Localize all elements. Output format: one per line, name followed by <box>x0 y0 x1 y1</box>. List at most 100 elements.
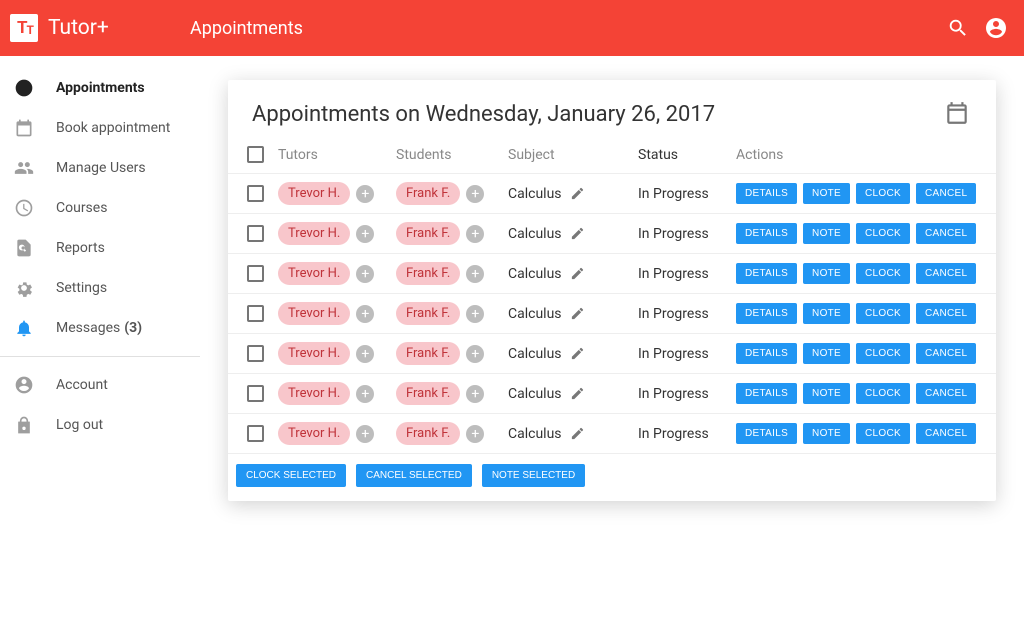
subject-text: Calculus <box>508 426 562 442</box>
add-tutor-icon[interactable]: + <box>356 425 374 443</box>
clock-button[interactable]: CLOCK <box>856 303 910 324</box>
student-chip[interactable]: Frank F. <box>396 382 460 405</box>
row-checkbox[interactable] <box>247 185 264 202</box>
sidebar-item-log-out[interactable]: Log out <box>0 405 200 445</box>
add-student-icon[interactable]: + <box>466 185 484 203</box>
sidebar-item-courses[interactable]: Courses <box>0 188 200 228</box>
tutor-chip[interactable]: Trevor H. <box>278 262 350 285</box>
clock-button[interactable]: CLOCK <box>856 183 910 204</box>
sidebar-item-messages[interactable]: Messages(3) <box>0 308 200 348</box>
subject-text: Calculus <box>508 186 562 202</box>
student-chip[interactable]: Frank F. <box>396 222 460 245</box>
details-button[interactable]: DETAILS <box>736 423 797 444</box>
tutor-chip[interactable]: Trevor H. <box>278 182 350 205</box>
add-tutor-icon[interactable]: + <box>356 305 374 323</box>
select-all-checkbox[interactable] <box>247 146 264 163</box>
table-row: Trevor H.+Frank F.+CalculusIn ProgressDE… <box>228 294 996 334</box>
edit-subject-icon[interactable] <box>570 346 586 362</box>
student-chip[interactable]: Frank F. <box>396 182 460 205</box>
edit-subject-icon[interactable] <box>570 306 586 322</box>
search-icon[interactable] <box>946 16 970 40</box>
tutor-chip[interactable]: Trevor H. <box>278 422 350 445</box>
clock-button[interactable]: CLOCK <box>856 223 910 244</box>
add-student-icon[interactable]: + <box>466 385 484 403</box>
row-checkbox[interactable] <box>247 385 264 402</box>
add-student-icon[interactable]: + <box>466 305 484 323</box>
sidebar-item-book-appointment[interactable]: Book appointment <box>0 108 200 148</box>
cancel-button[interactable]: CANCEL <box>916 303 976 324</box>
cancel-button[interactable]: CANCEL <box>916 183 976 204</box>
add-tutor-icon[interactable]: + <box>356 185 374 203</box>
sidebar-item-appointments[interactable]: Appointments <box>0 68 200 108</box>
clock-button[interactable]: CLOCK <box>856 423 910 444</box>
topbar: TT Tutor+ Appointments <box>0 0 1024 56</box>
add-student-icon[interactable]: + <box>466 265 484 283</box>
row-checkbox[interactable] <box>247 265 264 282</box>
row-checkbox[interactable] <box>247 345 264 362</box>
account-circle-icon[interactable] <box>984 16 1008 40</box>
add-student-icon[interactable]: + <box>466 425 484 443</box>
tutor-chip[interactable]: Trevor H. <box>278 302 350 325</box>
note-button[interactable]: NOTE <box>803 183 850 204</box>
row-checkbox[interactable] <box>247 425 264 442</box>
add-student-icon[interactable]: + <box>466 345 484 363</box>
sidebar-item-label: Messages <box>56 320 120 336</box>
details-button[interactable]: DETAILS <box>736 343 797 364</box>
tutor-chip[interactable]: Trevor H. <box>278 382 350 405</box>
student-chip[interactable]: Frank F. <box>396 342 460 365</box>
add-tutor-icon[interactable]: + <box>356 345 374 363</box>
clock-button[interactable]: CLOCK <box>856 263 910 284</box>
people-icon <box>12 156 36 180</box>
col-header-tutors: Tutors <box>278 147 396 163</box>
details-button[interactable]: DETAILS <box>736 223 797 244</box>
add-tutor-icon[interactable]: + <box>356 265 374 283</box>
edit-subject-icon[interactable] <box>570 186 586 202</box>
add-tutor-icon[interactable]: + <box>356 385 374 403</box>
add-tutor-icon[interactable]: + <box>356 225 374 243</box>
note-button[interactable]: NOTE <box>803 383 850 404</box>
sidebar-item-label: Account <box>56 377 108 393</box>
cancel-button[interactable]: CANCEL <box>916 343 976 364</box>
sidebar-item-reports[interactable]: Reports <box>0 228 200 268</box>
student-chip[interactable]: Frank F. <box>396 262 460 285</box>
cancel-button[interactable]: CANCEL <box>916 223 976 244</box>
add-student-icon[interactable]: + <box>466 225 484 243</box>
note-button[interactable]: NOTE <box>803 263 850 284</box>
details-button[interactable]: DETAILS <box>736 383 797 404</box>
tutor-chip[interactable]: Trevor H. <box>278 222 350 245</box>
tutor-chip[interactable]: Trevor H. <box>278 342 350 365</box>
details-button[interactable]: DETAILS <box>736 263 797 284</box>
cancel-selected-button[interactable]: CANCEL SELECTED <box>356 464 472 487</box>
note-button[interactable]: NOTE <box>803 343 850 364</box>
clock-selected-button[interactable]: CLOCK SELECTED <box>236 464 346 487</box>
edit-subject-icon[interactable] <box>570 386 586 402</box>
sidebar-item-manage-users[interactable]: Manage Users <box>0 148 200 188</box>
status-text: In Progress <box>638 306 732 322</box>
note-selected-button[interactable]: NOTE SELECTED <box>482 464 585 487</box>
subject-text: Calculus <box>508 346 562 362</box>
note-button[interactable]: NOTE <box>803 223 850 244</box>
row-checkbox[interactable] <box>247 225 264 242</box>
edit-subject-icon[interactable] <box>570 266 586 282</box>
calendar-picker-icon[interactable] <box>944 100 972 128</box>
clock-outline-icon <box>12 196 36 220</box>
note-button[interactable]: NOTE <box>803 303 850 324</box>
details-button[interactable]: DETAILS <box>736 183 797 204</box>
cancel-button[interactable]: CANCEL <box>916 263 976 284</box>
page-title: Appointments <box>190 18 303 39</box>
edit-subject-icon[interactable] <box>570 426 586 442</box>
student-chip[interactable]: Frank F. <box>396 422 460 445</box>
student-chip[interactable]: Frank F. <box>396 302 460 325</box>
table-row: Trevor H.+Frank F.+CalculusIn ProgressDE… <box>228 254 996 294</box>
clock-icon <box>12 76 36 100</box>
sidebar-item-settings[interactable]: Settings <box>0 268 200 308</box>
cancel-button[interactable]: CANCEL <box>916 423 976 444</box>
cancel-button[interactable]: CANCEL <box>916 383 976 404</box>
clock-button[interactable]: CLOCK <box>856 343 910 364</box>
sidebar-item-account[interactable]: Account <box>0 365 200 405</box>
details-button[interactable]: DETAILS <box>736 303 797 324</box>
note-button[interactable]: NOTE <box>803 423 850 444</box>
row-checkbox[interactable] <box>247 305 264 322</box>
clock-button[interactable]: CLOCK <box>856 383 910 404</box>
edit-subject-icon[interactable] <box>570 226 586 242</box>
